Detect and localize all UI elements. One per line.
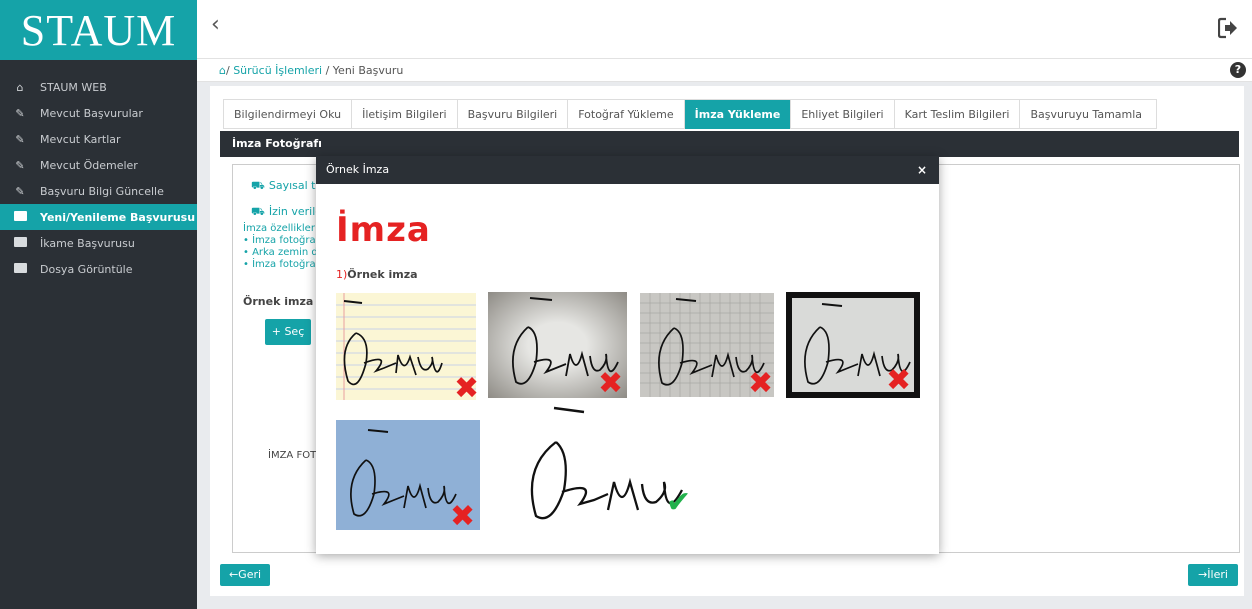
invalid-mark-icon: ✖ <box>598 366 624 401</box>
tab-iletisim-bilgileri[interactable]: İletişim Bilgileri <box>352 99 458 129</box>
id-card-icon <box>12 210 28 224</box>
breadcrumb: ⌂/ Sürücü İşlemleri / Yeni Başvuru <box>219 64 404 77</box>
chevron-left-icon[interactable]: ‹ <box>211 12 220 37</box>
select-file-button[interactable]: + Seç <box>265 319 311 345</box>
tab-imza-yukleme[interactable]: İmza Yükleme <box>684 99 792 129</box>
home-icon[interactable]: ⌂ <box>219 64 226 77</box>
staum-logo[interactable]: STAUM <box>0 0 197 60</box>
arrow-left-icon: ← <box>228 568 239 581</box>
arrow-right-icon: → <box>1198 568 1208 581</box>
edit-icon: ✎ <box>15 158 25 172</box>
tab-fotograf-yukleme[interactable]: Fotoğraf Yükleme <box>568 99 685 129</box>
wizard-tabs: Bilgilendirmeyi Oku İletişim Bilgileri B… <box>223 99 1158 129</box>
sidebar-item-label: STAUM WEB <box>40 80 107 94</box>
next-button[interactable]: →İleri <box>1188 564 1238 586</box>
checkmark-icon: ✔ <box>666 485 692 520</box>
home-icon: ⌂ <box>16 80 24 94</box>
signature-requirements: İmza özellikler • İmza fotoğra • Arka ze… <box>243 223 318 270</box>
sidebar-item-label: Yeni/Yenileme Başvurusu <box>40 210 196 224</box>
invalid-mark-icon: ✖ <box>886 363 912 398</box>
sidebar-item-ikame-basvurusu[interactable]: İkame Başvurusu <box>0 230 197 256</box>
modal-subheading: 1)Örnek imza <box>336 268 418 281</box>
sidebar-item-basvuru-bilgi-guncelle[interactable]: ✎ Başvuru Bilgi Güncelle <box>0 178 197 204</box>
sidebar-item-mevcut-kartlar[interactable]: ✎ Mevcut Kartlar <box>0 126 197 152</box>
id-card-icon <box>12 236 28 250</box>
breadcrumb-bar: ⌂/ Sürücü İşlemleri / Yeni Başvuru ? <box>197 58 1252 82</box>
modal-header: Örnek İmza × <box>316 156 939 184</box>
sidebar-item-dosya-goruntule[interactable]: Dosya Görüntüle <box>0 256 197 282</box>
id-card-icon <box>12 262 28 276</box>
logo-text: STAUM <box>20 5 177 55</box>
truck-icon: ⛟ <box>251 205 265 218</box>
close-icon[interactable]: × <box>917 156 927 184</box>
edit-icon: ✎ <box>15 184 25 198</box>
edit-icon: ✎ <box>15 132 25 146</box>
plus-icon: + <box>271 325 281 338</box>
sidebar-item-staum-web[interactable]: ⌂ STAUM WEB <box>0 74 197 100</box>
sidebar-menu: ⌂ STAUM WEB ✎ Mevcut Başvurular ✎ Mevcut… <box>0 74 197 282</box>
sidebar-item-label: Mevcut Ödemeler <box>40 158 138 172</box>
top-bar: ‹ <box>197 0 1252 58</box>
sidebar-item-mevcut-odemeler[interactable]: ✎ Mevcut Ödemeler <box>0 152 197 178</box>
back-button[interactable]: ←Geri <box>220 564 270 586</box>
sidebar-item-label: Dosya Görüntüle <box>40 262 133 276</box>
breadcrumb-link[interactable]: Sürücü İşlemleri <box>233 64 322 77</box>
truck-icon: ⛟ <box>251 179 265 192</box>
sample-signature-label: Örnek imza i <box>243 295 321 308</box>
tab-kart-teslim-bilgileri[interactable]: Kart Teslim Bilgileri <box>894 99 1021 129</box>
sidebar-item-yeni-yenileme-basvurusu[interactable]: Yeni/Yenileme Başvurusu <box>0 204 197 230</box>
invalid-mark-icon: ✖ <box>454 371 480 406</box>
signature-photo-label: İMZA FOT <box>268 450 317 461</box>
sidebar-item-label: Mevcut Başvurular <box>40 106 143 120</box>
modal-title: Örnek İmza <box>326 163 390 176</box>
help-icon[interactable]: ? <box>1230 62 1246 78</box>
logout-icon[interactable] <box>1218 17 1238 39</box>
tab-basvuruyu-tamamla[interactable]: Başvuruyu Tamamla <box>1020 99 1158 129</box>
sample-signature-modal: Örnek İmza × İmza 1)Örnek imza ✖ ✖ ✖ ✖ ✖… <box>316 156 939 554</box>
tab-ehliyet-bilgileri[interactable]: Ehliyet Bilgileri <box>791 99 895 129</box>
edit-icon: ✎ <box>15 106 25 120</box>
info-line-sayisal: ⛟ Sayısal ta <box>251 179 323 192</box>
invalid-mark-icon: ✖ <box>450 499 476 534</box>
info-line-izin: ⛟ İzin verile <box>251 205 323 218</box>
sidebar-item-label: İkame Başvurusu <box>40 236 135 250</box>
sidebar-item-label: Mevcut Kartlar <box>40 132 121 146</box>
breadcrumb-current: Yeni Başvuru <box>332 64 404 77</box>
tab-basvuru-bilgileri[interactable]: Başvuru Bilgileri <box>457 99 569 129</box>
sidebar-item-label: Başvuru Bilgi Güncelle <box>40 184 164 198</box>
tab-bilgilendirmeyi-oku[interactable]: Bilgilendirmeyi Oku <box>223 99 353 129</box>
modal-heading: İmza <box>336 210 431 250</box>
sidebar: STAUM ⌂ STAUM WEB ✎ Mevcut Başvurular ✎ … <box>0 0 197 609</box>
section-header: İmza Fotoğrafı <box>220 131 1239 157</box>
invalid-mark-icon: ✖ <box>748 366 774 401</box>
sidebar-item-mevcut-basvurular[interactable]: ✎ Mevcut Başvurular <box>0 100 197 126</box>
